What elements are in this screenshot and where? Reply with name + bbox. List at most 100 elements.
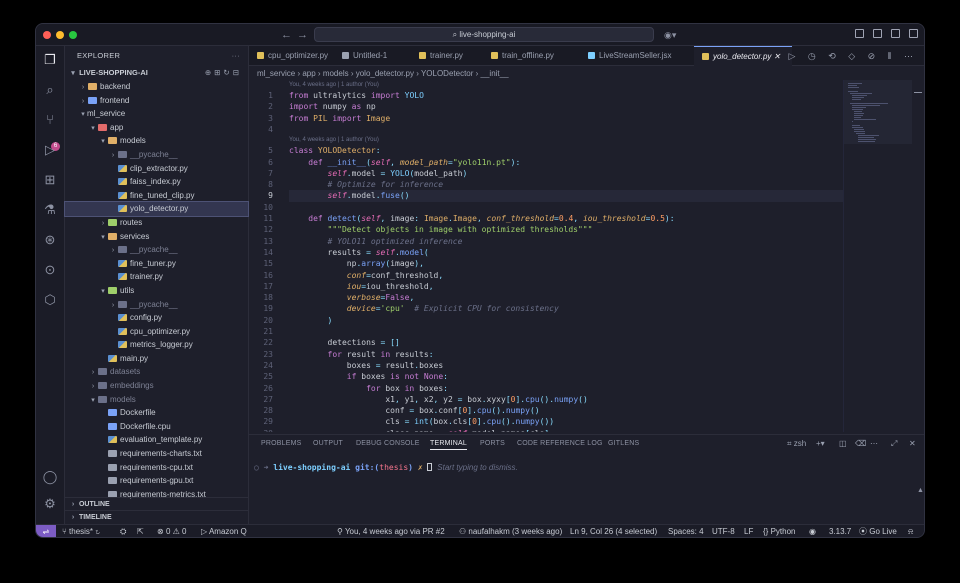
gitlens-icon[interactable]: ⊛ [42, 232, 58, 248]
testing-flask-icon[interactable]: ⚗ [42, 202, 58, 218]
python-version[interactable]: 3.13.7 [829, 525, 851, 537]
breadcrumb-item[interactable]: __init__ [481, 69, 509, 78]
panel-tab[interactable]: DEBUG CONSOLE [356, 440, 420, 447]
folder-row[interactable]: › __pycache__ [65, 298, 248, 312]
remote-indicator-icon[interactable]: ⇌ [36, 525, 56, 537]
run-debug-icon[interactable]: ▷ [42, 142, 58, 158]
file-row[interactable]: clip_extractor.py [65, 162, 248, 176]
file-row[interactable]: main.py [65, 352, 248, 366]
more-actions-icon[interactable]: ··· [232, 46, 240, 66]
cursor-position[interactable]: Ln 9, Col 26 (4 selected) [570, 525, 657, 537]
split-terminal-icon[interactable]: ◫ [839, 439, 847, 448]
close-window-button[interactable] [43, 31, 51, 39]
search-icon[interactable]: ⌕ [42, 82, 58, 98]
panel-tab[interactable]: PORTS [480, 440, 505, 447]
explorer-files-icon[interactable]: ❐ [42, 52, 58, 68]
file-row[interactable]: evaluation_template.py [65, 433, 248, 447]
file-row[interactable]: requirements-charts.txt [65, 447, 248, 461]
file-row[interactable]: config.py [65, 311, 248, 325]
folder-row[interactable]: › __pycache__ [65, 243, 248, 257]
codelens-blame[interactable]: You, 4 weeks ago | 1 author (You) [289, 81, 379, 89]
editor-tab[interactable]: train_offline.py [483, 46, 580, 66]
maximize-panel-icon[interactable]: ⤢ [891, 439, 897, 449]
terminal-prompt[interactable]: ○ ➜ live-shopping-ai git:(thesis) ✗ Star… [254, 463, 518, 472]
toggle-sidebar-icon[interactable] [873, 29, 882, 38]
editor-tab[interactable]: trainer.py [411, 46, 483, 66]
file-row[interactable]: Dockerfile [65, 406, 248, 420]
branch-status[interactable]: ⑂ thesis* ↻ [62, 525, 100, 537]
source-control-icon[interactable]: ⑂ [42, 112, 58, 128]
breadcrumb-item[interactable]: ml_service [257, 69, 295, 78]
terminal-scroll-arrow-icon[interactable]: ▲ [917, 487, 924, 494]
file-row[interactable]: requirements-cpu.txt [65, 461, 248, 475]
forward-arrow-icon[interactable]: → [297, 28, 308, 42]
editor-tab[interactable]: yolo_detector.py ✕ [694, 46, 792, 66]
file-row[interactable]: cpu_optimizer.py [65, 325, 248, 339]
language-mode[interactable]: {} Python [763, 525, 795, 537]
extensions-icon[interactable]: ⊞ [42, 172, 58, 188]
folder-row[interactable]: › frontend [65, 94, 248, 108]
folder-row[interactable]: ▾ models [65, 134, 248, 148]
file-row[interactable]: Dockerfile.cpu [65, 420, 248, 434]
minimap-viewport[interactable] [844, 80, 912, 144]
terminal-icon[interactable]: ⌗ zsh [787, 439, 806, 449]
panel-tab[interactable]: TERMINAL [430, 440, 467, 450]
account-icon[interactable]: ◯ [42, 469, 58, 485]
file-row[interactable]: faiss_index.py [65, 175, 248, 189]
explorer-actions[interactable]: ⊕⊞↻⊟ [205, 66, 242, 80]
file-row[interactable]: metrics_logger.py [65, 338, 248, 352]
folder-row[interactable]: ▾ utils [65, 284, 248, 298]
layout-left-icon[interactable] [855, 29, 864, 38]
trash-icon[interactable]: ⌫ [855, 439, 866, 448]
editor-tab[interactable]: cpu_optimizer.py [249, 46, 334, 66]
editor-actions[interactable]: ▷ ◷ ⟲ ◇ ⊘ ⫴ ⋯ [788, 46, 918, 66]
folder-row[interactable]: › embeddings [65, 379, 248, 393]
panel-tab[interactable]: OUTPUT [313, 440, 343, 447]
file-row[interactable]: fine_tuner.py [65, 257, 248, 271]
amazon-q-icon[interactable]: ⬡ [42, 292, 58, 308]
back-arrow-icon[interactable]: ← [281, 28, 292, 42]
panel-tab[interactable]: PROBLEMS [261, 440, 302, 447]
blame-status[interactable]: ⚲ You, 4 weeks ago via PR #2 [337, 525, 445, 537]
new-terminal-icon[interactable]: +▾ [816, 439, 825, 448]
file-row[interactable]: fine_tuned_clip.py [65, 189, 248, 203]
timeline-section[interactable]: › TIMELINE [65, 510, 249, 523]
gitlens-status-icon[interactable]: ⛭ [120, 525, 126, 537]
breadcrumb-item[interactable]: app [302, 69, 315, 78]
code-editor[interactable]: You, 4 weeks ago | 1 author (You) 1 from u… [249, 80, 843, 432]
breadcrumb-item[interactable]: yolo_detector.py [356, 69, 414, 78]
encoding[interactable]: UTF-8 [712, 525, 735, 537]
toggle-secondary-sidebar-icon[interactable] [909, 29, 918, 38]
more-actions-icon[interactable]: ⋯ [870, 439, 878, 448]
folder-row[interactable]: › backend [65, 80, 248, 94]
minimap[interactable] [843, 80, 912, 432]
file-row[interactable]: requirements-gpu.txt [65, 474, 248, 488]
extensions-status-icon[interactable]: ⇱ [137, 525, 144, 537]
folder-row[interactable]: › datasets [65, 365, 248, 379]
maximize-window-button[interactable] [69, 31, 77, 39]
folder-row[interactable]: › routes [65, 216, 248, 230]
settings-gear-icon[interactable]: ⚙ [42, 496, 58, 512]
remote-explorer-icon[interactable]: ⊙ [42, 262, 58, 278]
copilot-status-icon[interactable]: ◉ [809, 525, 816, 537]
editor-tab[interactable]: Untitled-1 [334, 46, 411, 66]
author-status[interactable]: ⚇ naufalhakm (3 weeks ago) [459, 525, 562, 537]
panel-tab[interactable]: GITLENS [608, 440, 639, 447]
file-row[interactable]: trainer.py [65, 270, 248, 284]
panel-tab[interactable]: CODE REFERENCE LOG [517, 440, 603, 447]
folder-row[interactable]: ▾ app [65, 121, 248, 135]
line-ending[interactable]: LF [744, 525, 753, 537]
notification-bell-icon[interactable]: ⍾ [908, 525, 913, 537]
codelens-blame[interactable]: You, 4 weeks ago | 1 author (You) [289, 136, 379, 144]
workspace-root[interactable]: ▾ LIVE-SHOPPING-AI ⊕⊞↻⊟ [65, 66, 248, 80]
amazonq-status[interactable]: ▷ Amazon Q [201, 525, 247, 537]
copilot-icon[interactable]: ◉▾ [664, 28, 676, 42]
breadcrumb-item[interactable]: YOLODetector [421, 69, 473, 78]
toggle-panel-icon[interactable] [891, 29, 900, 38]
folder-row[interactable]: ▾ ml_service [65, 107, 248, 121]
breadcrumb-item[interactable]: models [323, 69, 349, 78]
outline-section[interactable]: › OUTLINE [65, 497, 249, 510]
folder-row[interactable]: ▾ models [65, 393, 248, 407]
close-icon[interactable]: ✕ [771, 52, 781, 61]
minimize-window-button[interactable] [56, 31, 64, 39]
